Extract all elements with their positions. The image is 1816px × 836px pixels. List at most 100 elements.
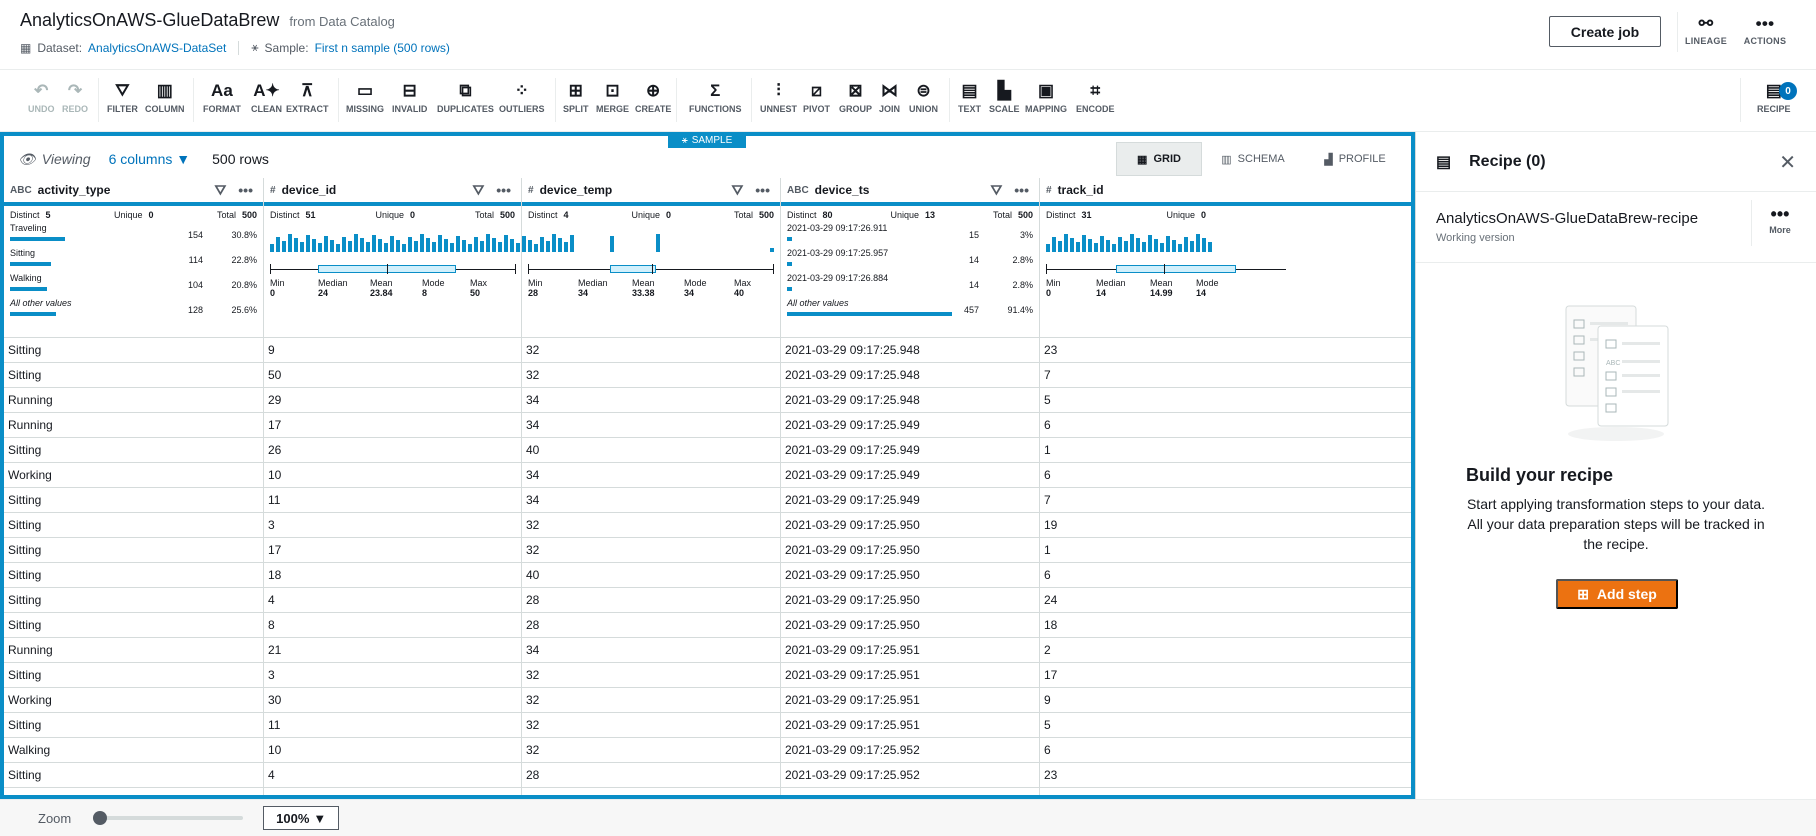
table-cell[interactable]: 19 (1040, 513, 1411, 538)
mapping-button[interactable]: ▣ MAPPING (1025, 80, 1067, 114)
table-cell[interactable]: 3 (264, 513, 521, 538)
table-cell[interactable]: 34 (522, 488, 780, 513)
table-cell[interactable]: 34 (522, 413, 780, 438)
table-cell[interactable]: 17 (1040, 663, 1411, 688)
join-button[interactable]: ⋈ JOIN (879, 80, 900, 114)
table-cell[interactable]: 6 (1040, 463, 1411, 488)
table-cell[interactable]: 18 (264, 563, 521, 588)
unnest-button[interactable]: ⫶ UNNEST (760, 80, 797, 114)
table-cell[interactable]: Sitting (4, 663, 263, 688)
value-count-row[interactable]: Walking 104 20.8% (10, 270, 257, 295)
more-icon[interactable]: ••• (755, 182, 770, 199)
table-cell[interactable]: Sitting (4, 563, 263, 588)
filter-icon[interactable]: ⛛ (215, 182, 227, 199)
table-cell[interactable]: 2021-03-29 09:17:25.950 (781, 588, 1039, 613)
functions-button[interactable]: Σ FUNCTIONS (689, 80, 742, 114)
union-button[interactable]: ⊜ UNION (909, 80, 938, 114)
zoom-slider[interactable] (93, 811, 244, 825)
redo-button[interactable]: ↷ REDO (62, 80, 88, 114)
value-count-row[interactable]: All other values 128 25.6% (10, 295, 257, 320)
text-button[interactable]: ▤ TEXT (958, 80, 981, 114)
value-count-row[interactable]: Sitting 114 22.8% (10, 245, 257, 270)
lineage-button[interactable]: ⚯ LINEAGE (1679, 14, 1733, 46)
group-button[interactable]: ⊠ GROUP (839, 80, 872, 114)
table-cell[interactable]: 5 (1040, 713, 1411, 738)
table-cell[interactable]: 2021-03-29 09:17:25.950 (781, 563, 1039, 588)
table-cell[interactable]: 9 (264, 338, 521, 363)
table-cell[interactable]: 2021-03-29 09:17:25.948 (781, 363, 1039, 388)
table-cell[interactable]: 17 (264, 413, 521, 438)
create-button[interactable]: ⊕ CREATE (635, 80, 671, 114)
more-icon[interactable]: ••• (1014, 182, 1029, 199)
table-cell[interactable]: 28 (522, 763, 780, 788)
column-header[interactable]: # device_temp ⛛ ••• (522, 178, 780, 206)
encode-button[interactable]: ⌗ ENCODE (1076, 80, 1115, 114)
table-cell[interactable]: 29 (264, 388, 521, 413)
table-cell[interactable]: Sitting (4, 488, 263, 513)
table-cell[interactable]: 24 (1040, 588, 1411, 613)
tab-grid[interactable]: ▦ GRID (1116, 142, 1202, 176)
table-cell[interactable]: 2021-03-29 09:17:25.949 (781, 413, 1039, 438)
recipe-button[interactable]: ▤ 0 RECIPE (1757, 80, 1797, 114)
add-step-button[interactable]: ⊞ Add step (1556, 579, 1678, 609)
table-cell[interactable]: 18 (1040, 613, 1411, 638)
value-count-row[interactable]: 2021-03-29 09:17:25.957 14 2.8% (787, 245, 1033, 270)
table-cell[interactable]: 4 (264, 763, 521, 788)
missing-button[interactable]: ▭ MISSING (346, 80, 384, 114)
outliers-button[interactable]: ⁘ OUTLIERS (499, 80, 545, 114)
table-cell[interactable]: Working (4, 463, 263, 488)
table-cell[interactable]: Sitting (4, 438, 263, 463)
table-cell[interactable]: 28 (522, 613, 780, 638)
table-cell[interactable]: 7 (1040, 488, 1411, 513)
table-cell[interactable]: Walking (4, 738, 263, 763)
table-cell[interactable]: 32 (522, 513, 780, 538)
filter-icon[interactable]: ⛛ (473, 182, 485, 199)
table-cell[interactable]: 7 (1040, 363, 1411, 388)
table-cell[interactable]: 10 (264, 463, 521, 488)
table-cell[interactable]: Sitting (4, 588, 263, 613)
filter-icon[interactable]: ⛛ (991, 182, 1003, 199)
table-cell[interactable]: Sitting (4, 613, 263, 638)
table-cell[interactable]: 6 (1040, 563, 1411, 588)
more-icon[interactable]: ••• (238, 182, 253, 199)
table-cell[interactable]: 2021-03-29 09:17:25.952 (781, 763, 1039, 788)
table-cell[interactable]: 32 (522, 738, 780, 763)
recipe-more-button[interactable]: ••• More (1760, 204, 1800, 235)
tab-profile[interactable]: ▟ PROFILE (1304, 142, 1406, 176)
table-cell[interactable]: 8 (264, 613, 521, 638)
table-cell[interactable]: 32 (522, 363, 780, 388)
table-cell[interactable]: 40 (522, 563, 780, 588)
table-cell[interactable]: 2021-03-29 09:17:25.949 (781, 463, 1039, 488)
table-cell[interactable]: 9 (1040, 688, 1411, 713)
table-cell[interactable]: 21 (264, 638, 521, 663)
sample-link[interactable]: First n sample (500 rows) (315, 41, 450, 55)
duplicates-button[interactable]: ⧉ DUPLICATES (437, 80, 494, 114)
table-cell[interactable]: Sitting (4, 713, 263, 738)
table-cell[interactable]: Running (4, 638, 263, 663)
column-header[interactable]: # track_id (1040, 178, 1411, 206)
table-cell[interactable]: Sitting (4, 763, 263, 788)
column-header[interactable]: # device_id ⛛ ••• (264, 178, 521, 206)
table-cell[interactable]: 2021-03-29 09:17:25.951 (781, 663, 1039, 688)
table-cell[interactable]: Sitting (4, 338, 263, 363)
table-cell[interactable]: 32 (522, 338, 780, 363)
table-cell[interactable]: Sitting (4, 513, 263, 538)
table-cell[interactable]: 6 (1040, 413, 1411, 438)
column-header[interactable]: ABC device_ts ⛛ ••• (781, 178, 1039, 206)
undo-button[interactable]: ↶ UNDO (28, 80, 55, 114)
column-button[interactable]: ▥ COLUMN (145, 80, 185, 114)
table-cell[interactable]: 2021-03-29 09:17:25.951 (781, 713, 1039, 738)
table-cell[interactable]: 1 (1040, 438, 1411, 463)
actions-button[interactable]: ••• ACTIONS (1738, 14, 1792, 46)
table-cell[interactable]: 28 (522, 588, 780, 613)
dataset-link[interactable]: AnalyticsOnAWS-DataSet (88, 41, 226, 55)
table-cell[interactable]: 1 (1040, 538, 1411, 563)
table-cell[interactable]: Sitting (4, 538, 263, 563)
table-cell[interactable]: 2021-03-29 09:17:25.952 (781, 738, 1039, 763)
table-cell[interactable]: Working (4, 688, 263, 713)
table-cell[interactable]: 2021-03-29 09:17:25.949 (781, 438, 1039, 463)
table-cell[interactable]: 32 (522, 663, 780, 688)
table-cell[interactable]: 32 (522, 713, 780, 738)
table-cell[interactable]: 11 (264, 488, 521, 513)
invalid-button[interactable]: ⊟ INVALID (392, 80, 427, 114)
